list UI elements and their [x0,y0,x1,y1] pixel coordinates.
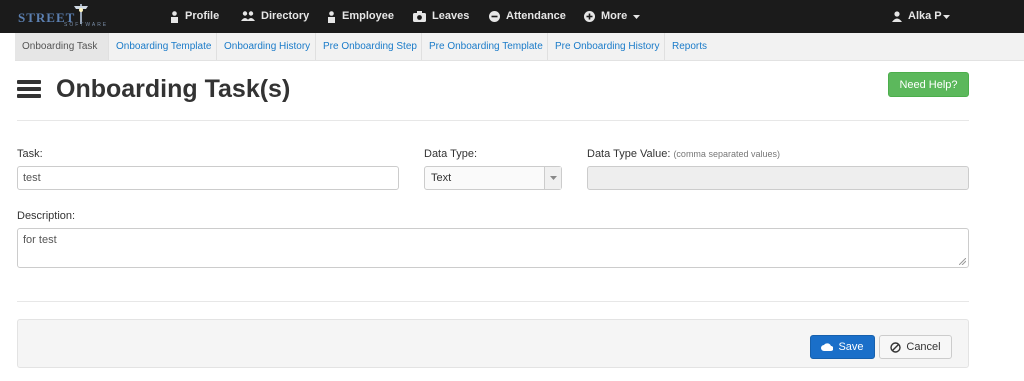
data-type-value-input[interactable] [587,166,969,190]
sub-navbar: Onboarding Task Onboarding Template Onbo… [15,33,1024,61]
data-type-selected-value: Text [431,172,452,184]
minus-circle-icon [489,11,500,22]
task-input[interactable] [17,166,399,190]
save-button[interactable]: Save [810,335,875,359]
data-type-value-hint: (comma separated values) [673,149,780,159]
nav-profile-label: Profile [185,10,220,22]
user-icon [328,10,335,23]
user-name: Alka P [908,10,942,22]
need-help-button[interactable]: Need Help? [888,72,969,97]
tab-onboarding-template[interactable]: Onboarding Template [109,33,217,60]
users-icon [241,11,255,21]
task-label: Task: [17,148,43,160]
cancel-label: Cancel [906,341,941,353]
data-type-value-label-text: Data Type Value: [587,148,671,160]
list-icon [17,80,41,98]
top-navbar: STREET SOFTWARE Profile Directory Employ… [0,0,1024,33]
data-type-label: Data Type: [424,148,477,160]
description-text: for test [23,234,57,246]
cloud-icon [821,343,834,351]
tab-pre-onboarding-history[interactable]: Pre Onboarding History [548,33,665,60]
nav-attendance-label: Attendance [506,10,566,22]
description-label: Description: [17,210,76,222]
nav-directory[interactable]: Directory [241,0,309,33]
user-icon [892,11,902,22]
tab-onboarding-task[interactable]: Onboarding Task [15,33,109,60]
nav-leaves-label: Leaves [432,10,470,22]
camera-icon [413,11,426,22]
page-title: Onboarding Task(s) [56,75,291,103]
caret-down-icon [942,14,950,19]
description-textarea[interactable]: for test [17,228,969,268]
tab-reports[interactable]: Reports [665,33,714,60]
save-label: Save [838,341,864,353]
tab-pre-onboarding-template[interactable]: Pre Onboarding Template [422,33,548,60]
user-icon [171,10,178,23]
caret-down-icon [633,14,641,19]
chevron-down-icon [544,167,561,189]
user-menu[interactable]: Alka P [892,0,950,33]
nav-employee[interactable]: Employee [327,0,394,33]
data-type-select[interactable]: Text [424,166,562,190]
ban-icon [890,341,902,353]
nav-directory-label: Directory [261,10,310,22]
plus-circle-icon [584,11,595,22]
nav-attendance[interactable]: Attendance [489,0,566,33]
data-type-value-label: Data Type Value: (comma separated values… [587,148,780,160]
divider [17,301,969,302]
nav-profile[interactable]: Profile [170,0,219,33]
logo-subtext: SOFTWARE [64,22,109,28]
cancel-button[interactable]: Cancel [879,335,952,359]
nav-more-label: More [601,10,628,22]
nav-employee-label: Employee [342,10,394,22]
nav-more[interactable]: More [584,0,641,33]
resize-handle-icon[interactable] [959,258,966,265]
divider [17,120,969,121]
nav-leaves[interactable]: Leaves [413,0,469,33]
tab-pre-onboarding-step[interactable]: Pre Onboarding Step [316,33,422,60]
company-logo[interactable]: STREET SOFTWARE [14,2,138,30]
tab-onboarding-history[interactable]: Onboarding History [217,33,316,60]
